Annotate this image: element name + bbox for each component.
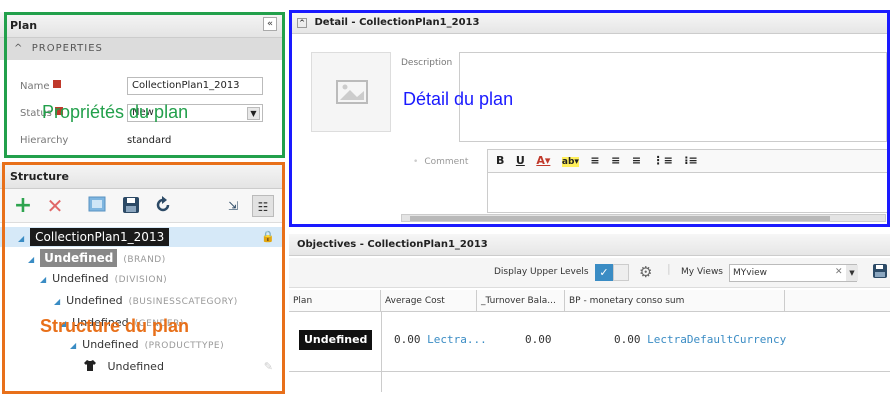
objectives-toolbar: Display Upper Levels ✓ ⚙ | My Views MYvi… bbox=[289, 258, 890, 288]
plan-panel: Plan « ^ PROPERTIES Name CollectionPlan1… bbox=[0, 12, 285, 157]
cell-bp-monetary: 0.00 LectraDefaultCurrency bbox=[614, 333, 787, 346]
tree-item-type: (DIVISION) bbox=[114, 275, 168, 285]
highlight-icon[interactable]: ab▾ bbox=[561, 157, 579, 167]
tree-item[interactable]: ◢ Undefined (DIVISION) bbox=[0, 269, 285, 289]
objectives-panel-header: Objectives - CollectionPlan1_2013 bbox=[289, 234, 890, 256]
collapse-icon[interactable]: ^ bbox=[297, 18, 307, 28]
align-left-icon[interactable]: ≡ bbox=[590, 154, 599, 167]
structure-toolbar: + ✕ ⇲ ☷ bbox=[0, 189, 285, 223]
collapse-icon[interactable]: « bbox=[263, 17, 277, 31]
scrollbar-thumb[interactable] bbox=[410, 216, 830, 221]
plan-panel-title: Plan bbox=[10, 19, 38, 32]
tshirt-icon bbox=[84, 360, 100, 373]
detail-panel-title: Detail - CollectionPlan1_2013 bbox=[314, 17, 480, 28]
clear-icon[interactable]: ✕ bbox=[835, 267, 843, 277]
tree-view-icon[interactable]: ☷ bbox=[252, 195, 274, 217]
tree-item-label: Undefined bbox=[82, 338, 139, 351]
column-header-empty bbox=[785, 290, 890, 312]
plan-panel-header: Plan « bbox=[0, 12, 285, 38]
comment-label: • Comment bbox=[413, 157, 469, 167]
collapse-all-icon[interactable]: ⇲ bbox=[222, 195, 244, 217]
hierarchy-value: standard bbox=[127, 135, 172, 146]
my-views-label: My Views bbox=[681, 267, 723, 277]
chevron-up-icon: ^ bbox=[14, 43, 24, 54]
refresh-icon[interactable] bbox=[152, 195, 174, 217]
tree-item-label: CollectionPlan1_2013 bbox=[30, 228, 170, 246]
structure-panel-title: Structure bbox=[10, 170, 69, 183]
name-label: Name bbox=[20, 80, 61, 92]
properties-heading: PROPERTIES bbox=[31, 43, 103, 54]
plan-structure-caption: Structure du plan bbox=[40, 316, 190, 336]
cell-turnover: 0.00 bbox=[525, 333, 552, 346]
cell-plan: Undefined bbox=[299, 330, 373, 350]
edit-icon[interactable]: ✎ bbox=[264, 357, 273, 377]
tree-item-label: Undefined bbox=[107, 360, 164, 373]
bullet-list-icon[interactable]: ⁝≡ bbox=[684, 154, 697, 167]
rich-text-toolbar: B U A▾ ab▾ ≡ ≡ ≡ ⋮≡ ⁝≡ bbox=[487, 149, 890, 173]
numbered-list-icon[interactable]: ⋮≡ bbox=[653, 154, 673, 167]
plan-detail-caption: Détail du plan bbox=[403, 89, 514, 109]
tree-item-label: Undefined bbox=[66, 294, 123, 307]
bullet-icon: • bbox=[413, 157, 419, 167]
expand-arrow-icon[interactable]: ◢ bbox=[40, 270, 46, 290]
display-upper-levels-label: Display Upper Levels bbox=[494, 267, 589, 277]
name-field[interactable]: CollectionPlan1_2013 bbox=[127, 77, 263, 95]
column-divider bbox=[381, 312, 382, 392]
tree-item-type: (BRAND) bbox=[123, 255, 166, 265]
delete-icon[interactable]: ✕ bbox=[44, 195, 66, 217]
comment-field[interactable] bbox=[487, 173, 890, 213]
tree-item[interactable]: ◢ Undefined (BUSINESSCATEGORY) bbox=[0, 291, 285, 311]
column-header-turnover[interactable]: _Turnover Bala... bbox=[477, 290, 565, 312]
tree-item-type: (BUSINESSCATEGORY) bbox=[128, 297, 238, 307]
structure-panel-header: Structure bbox=[0, 163, 285, 189]
lock-icon: 🔒 bbox=[261, 230, 275, 243]
bold-icon[interactable]: B bbox=[496, 154, 504, 167]
description-field[interactable] bbox=[459, 52, 887, 142]
tree-item[interactable]: ◢ Undefined (BRAND) bbox=[0, 248, 285, 268]
display-upper-levels-toggle[interactable]: ✓ bbox=[595, 264, 613, 281]
tree-item-leaf[interactable]: Undefined ✎ bbox=[0, 357, 285, 377]
objectives-panel-title: Objectives - CollectionPlan1_2013 bbox=[297, 239, 488, 250]
chevron-down-icon[interactable]: ▼ bbox=[247, 107, 260, 120]
plan-properties-caption: Propriétés du plan bbox=[42, 102, 189, 122]
image-placeholder-icon[interactable] bbox=[311, 52, 391, 132]
chevron-down-icon[interactable]: ▼ bbox=[846, 265, 858, 281]
expand-arrow-icon[interactable]: ◢ bbox=[70, 336, 76, 356]
detail-panel-header: ^ Detail - CollectionPlan1_2013 bbox=[289, 12, 890, 34]
save-icon[interactable] bbox=[872, 263, 888, 282]
settings-icon[interactable]: ⚙ bbox=[639, 263, 652, 281]
align-right-icon[interactable]: ≡ bbox=[632, 154, 641, 167]
tree-item-label: Undefined bbox=[52, 272, 109, 285]
structure-panel: Structure + ✕ ⇲ ☷ ◢ CollectionPlan1_2013 … bbox=[0, 163, 285, 392]
expand-arrow-icon[interactable]: ◢ bbox=[18, 229, 24, 249]
save-icon[interactable] bbox=[120, 195, 142, 217]
expand-arrow-icon[interactable]: ◢ bbox=[28, 250, 34, 270]
required-icon bbox=[52, 80, 61, 88]
objectives-panel: Objectives - CollectionPlan1_2013 Displa… bbox=[289, 234, 890, 392]
column-header-average-cost[interactable]: Average Cost bbox=[381, 290, 477, 312]
tree-item-type: (PRODUCTTYPE) bbox=[144, 341, 225, 351]
column-header-plan[interactable]: Plan bbox=[289, 290, 381, 312]
hierarchy-label: Hierarchy bbox=[20, 135, 69, 146]
underline-icon[interactable]: U bbox=[516, 154, 525, 167]
description-label: Description bbox=[401, 58, 453, 68]
horizontal-scrollbar[interactable] bbox=[401, 214, 886, 222]
align-center-icon[interactable]: ≡ bbox=[611, 154, 620, 167]
tree-item[interactable]: ◢ Undefined (PRODUCTTYPE) bbox=[0, 335, 285, 355]
expand-arrow-icon[interactable]: ◢ bbox=[54, 292, 60, 312]
detail-panel: ^ Detail - CollectionPlan1_2013 Descript… bbox=[289, 12, 890, 227]
tree-item-root[interactable]: ◢ CollectionPlan1_2013 🔒 bbox=[0, 227, 285, 247]
image-icon[interactable] bbox=[86, 195, 108, 217]
cell-average-cost: 0.00 Lectra... bbox=[394, 333, 487, 346]
font-color-icon[interactable]: A▾ bbox=[536, 154, 550, 167]
separator: | bbox=[667, 262, 671, 275]
column-header-bp-monetary[interactable]: BP - monetary conso sum bbox=[565, 290, 785, 312]
add-icon[interactable]: + bbox=[12, 195, 34, 217]
toggle-off-part[interactable] bbox=[613, 264, 629, 281]
tree-item-label: Undefined bbox=[40, 249, 118, 267]
table-row[interactable] bbox=[289, 312, 890, 372]
properties-section-header[interactable]: ^ PROPERTIES bbox=[0, 38, 285, 60]
